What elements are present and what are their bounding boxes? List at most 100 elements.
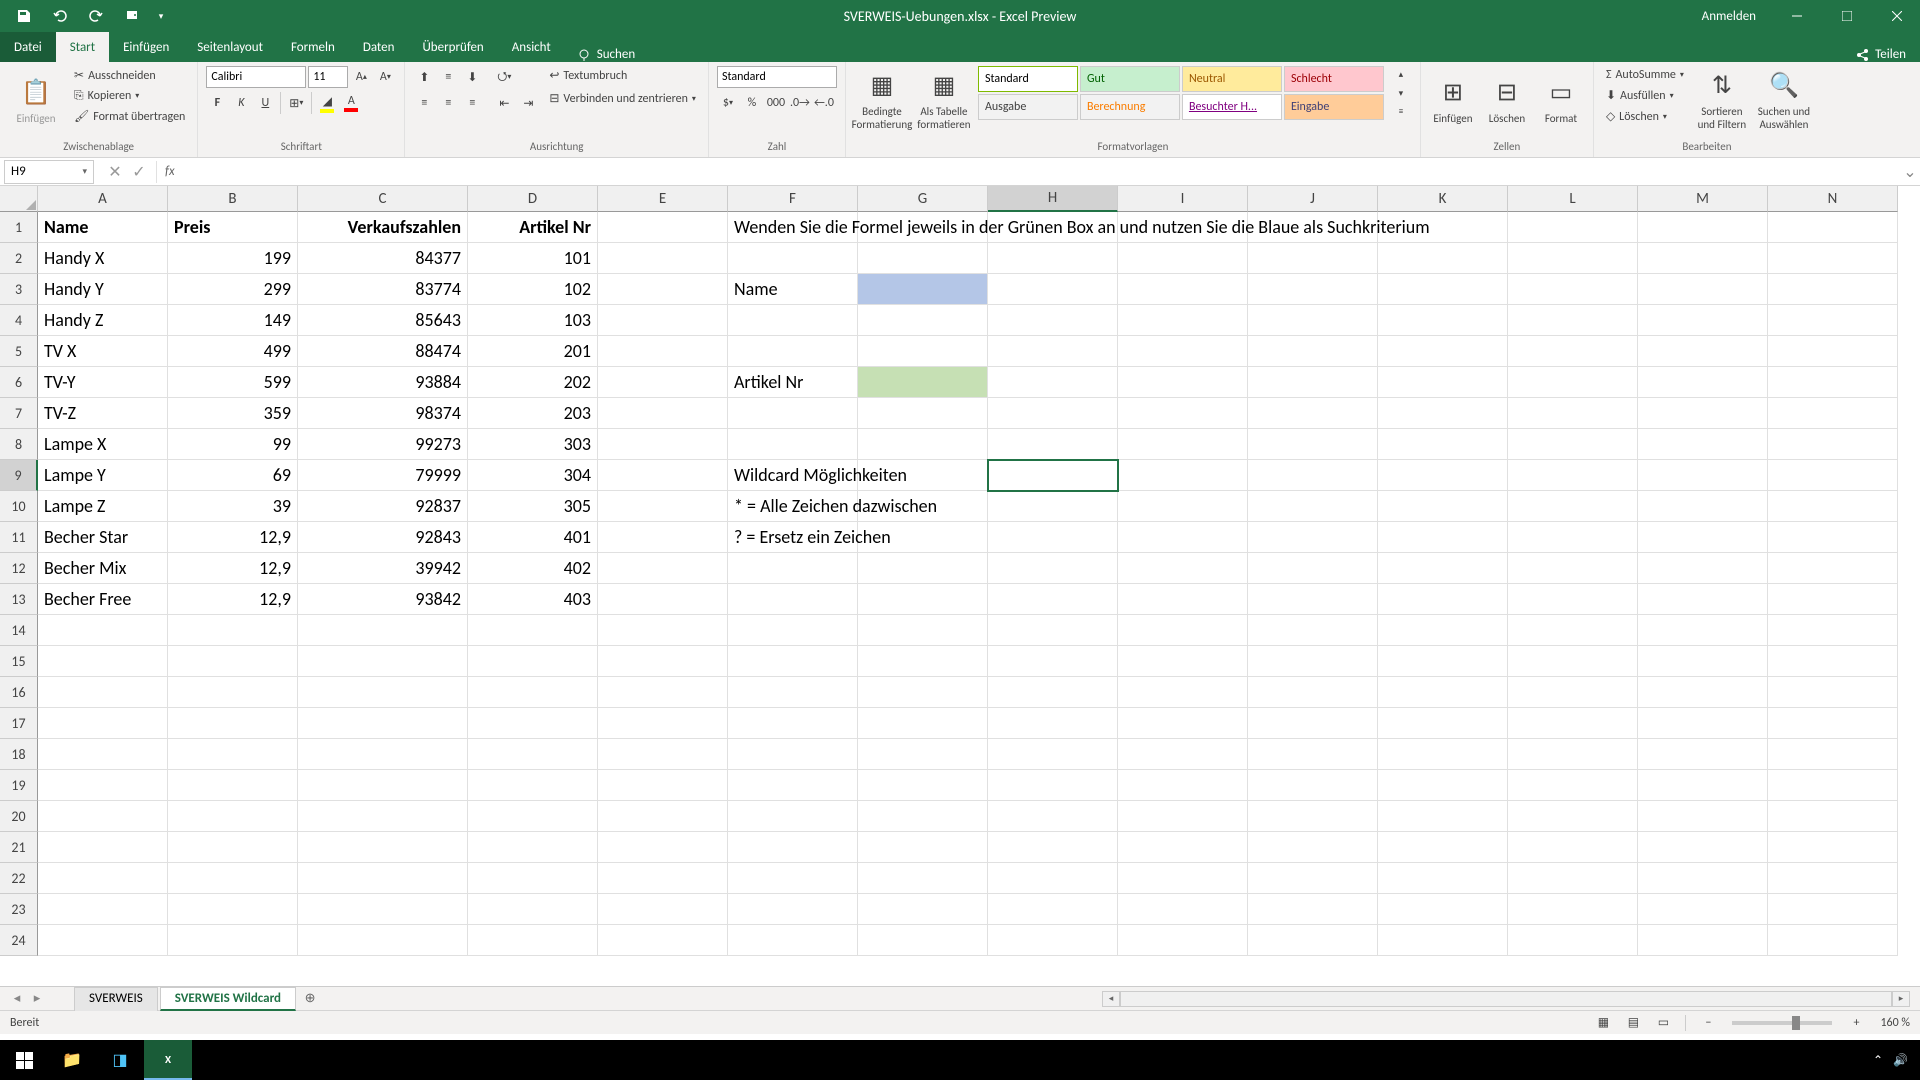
decrease-indent-button[interactable]: ⇤	[493, 92, 515, 114]
cell-D18[interactable]	[468, 739, 598, 770]
cell-K2[interactable]	[1378, 243, 1508, 274]
cell-A13[interactable]: Becher Free	[38, 584, 168, 615]
cell-H13[interactable]	[988, 584, 1118, 615]
zoom-out-button[interactable]: −	[1694, 1013, 1722, 1033]
cell-A12[interactable]: Becher Mix	[38, 553, 168, 584]
cell-H12[interactable]	[988, 553, 1118, 584]
cell-A7[interactable]: TV-Z	[38, 398, 168, 429]
cell-B21[interactable]	[168, 832, 298, 863]
cell-N20[interactable]	[1768, 801, 1898, 832]
cell-B1[interactable]: Preis	[168, 212, 298, 243]
comma-format-button[interactable]: 000	[765, 92, 787, 114]
row-header-19[interactable]: 19	[0, 770, 38, 801]
cell-C16[interactable]	[298, 677, 468, 708]
clear-button[interactable]: ◇Löschen▾	[1602, 107, 1688, 126]
cell-G16[interactable]	[858, 677, 988, 708]
spreadsheet-grid[interactable]: ABCDEFGHIJKLMN1NamePreisVerkaufszahlenAr…	[0, 186, 1920, 986]
cell-L7[interactable]	[1508, 398, 1638, 429]
cell-L3[interactable]	[1508, 274, 1638, 305]
cell-E11[interactable]	[598, 522, 728, 553]
cell-H20[interactable]	[988, 801, 1118, 832]
cell-I15[interactable]	[1118, 646, 1248, 677]
cell-F19[interactable]	[728, 770, 858, 801]
cell-N11[interactable]	[1768, 522, 1898, 553]
cell-B22[interactable]	[168, 863, 298, 894]
cell-D12[interactable]: 402	[468, 553, 598, 584]
tab-start[interactable]: Start	[56, 32, 109, 62]
cell-G10[interactable]	[858, 491, 988, 522]
cell-B9[interactable]: 69	[168, 460, 298, 491]
cell-C18[interactable]	[298, 739, 468, 770]
cell-C1[interactable]: Verkaufszahlen	[298, 212, 468, 243]
cell-G22[interactable]	[858, 863, 988, 894]
cell-K15[interactable]	[1378, 646, 1508, 677]
tab-ansicht[interactable]: Ansicht	[498, 32, 565, 62]
cell-G5[interactable]	[858, 336, 988, 367]
cell-J11[interactable]	[1248, 522, 1378, 553]
cell-I20[interactable]	[1118, 801, 1248, 832]
cell-K9[interactable]	[1378, 460, 1508, 491]
cell-D3[interactable]: 102	[468, 274, 598, 305]
cell-E13[interactable]	[598, 584, 728, 615]
cell-K12[interactable]	[1378, 553, 1508, 584]
font-name-select[interactable]	[206, 66, 306, 88]
cell-J23[interactable]	[1248, 894, 1378, 925]
cell-G23[interactable]	[858, 894, 988, 925]
cell-G4[interactable]	[858, 305, 988, 336]
cell-M19[interactable]	[1638, 770, 1768, 801]
cell-M11[interactable]	[1638, 522, 1768, 553]
cell-H2[interactable]	[988, 243, 1118, 274]
cell-A11[interactable]: Becher Star	[38, 522, 168, 553]
cell-D14[interactable]	[468, 615, 598, 646]
cell-M23[interactable]	[1638, 894, 1768, 925]
cell-J20[interactable]	[1248, 801, 1378, 832]
sort-filter-button[interactable]: ⇅Sortieren und Filtern	[1694, 66, 1750, 138]
row-header-5[interactable]: 5	[0, 336, 38, 367]
cell-K17[interactable]	[1378, 708, 1508, 739]
row-header-3[interactable]: 3	[0, 274, 38, 305]
wrap-text-button[interactable]: ↩Textumbruch	[545, 66, 700, 85]
undo-button[interactable]	[46, 2, 74, 30]
cell-K10[interactable]	[1378, 491, 1508, 522]
cell-I14[interactable]	[1118, 615, 1248, 646]
cell-L11[interactable]	[1508, 522, 1638, 553]
cell-M1[interactable]	[1638, 212, 1768, 243]
cell-C22[interactable]	[298, 863, 468, 894]
cell-J10[interactable]	[1248, 491, 1378, 522]
cell-J14[interactable]	[1248, 615, 1378, 646]
cell-H19[interactable]	[988, 770, 1118, 801]
cell-style-1[interactable]: Gut	[1080, 66, 1180, 92]
cell-L8[interactable]	[1508, 429, 1638, 460]
cell-N10[interactable]	[1768, 491, 1898, 522]
format-cells-button[interactable]: ▭Format	[1537, 66, 1585, 138]
cell-K11[interactable]	[1378, 522, 1508, 553]
cell-E17[interactable]	[598, 708, 728, 739]
cell-N6[interactable]	[1768, 367, 1898, 398]
cell-D13[interactable]: 403	[468, 584, 598, 615]
cell-B14[interactable]	[168, 615, 298, 646]
cell-A21[interactable]	[38, 832, 168, 863]
cell-M4[interactable]	[1638, 305, 1768, 336]
cell-K20[interactable]	[1378, 801, 1508, 832]
cell-H7[interactable]	[988, 398, 1118, 429]
sheet-nav-prev[interactable]: ◂	[8, 990, 26, 1008]
row-header-13[interactable]: 13	[0, 584, 38, 615]
cell-E22[interactable]	[598, 863, 728, 894]
cell-D1[interactable]: Artikel Nr	[468, 212, 598, 243]
cell-style-6[interactable]: Besuchter H...	[1182, 94, 1282, 120]
cell-N3[interactable]	[1768, 274, 1898, 305]
cell-D5[interactable]: 201	[468, 336, 598, 367]
cell-N1[interactable]	[1768, 212, 1898, 243]
cell-L10[interactable]	[1508, 491, 1638, 522]
cell-L2[interactable]	[1508, 243, 1638, 274]
cell-F1[interactable]: Wenden Sie die Formel jeweils in der Grü…	[728, 212, 858, 243]
enter-formula-button[interactable]: ✓	[128, 161, 150, 183]
tab-file[interactable]: Datei	[0, 32, 56, 62]
fx-icon[interactable]: fx	[157, 164, 183, 179]
cell-N5[interactable]	[1768, 336, 1898, 367]
cell-A10[interactable]: Lampe Z	[38, 491, 168, 522]
cell-H8[interactable]	[988, 429, 1118, 460]
cell-L21[interactable]	[1508, 832, 1638, 863]
cell-E14[interactable]	[598, 615, 728, 646]
tab-seitenlayout[interactable]: Seitenlayout	[183, 32, 277, 62]
